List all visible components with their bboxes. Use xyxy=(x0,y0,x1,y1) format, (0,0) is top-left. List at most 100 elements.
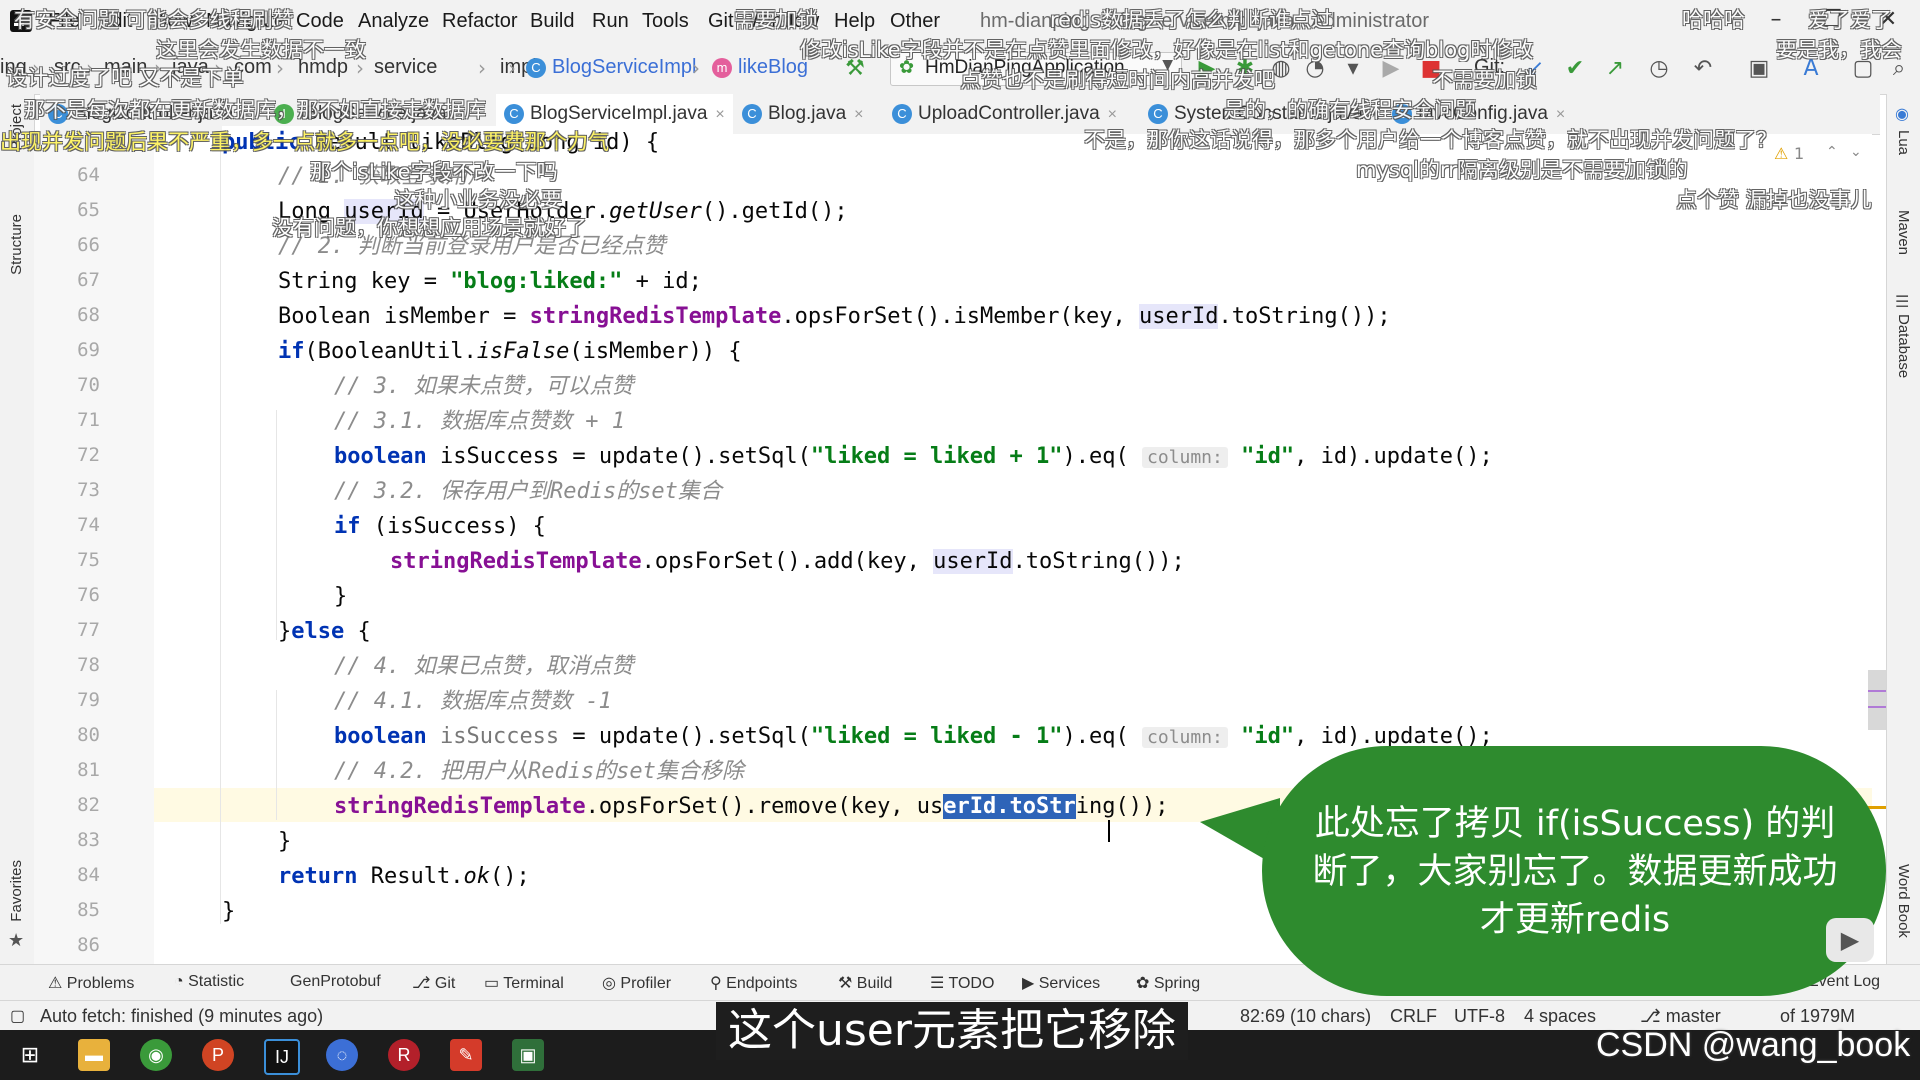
menu-git[interactable]: Git xyxy=(708,10,734,33)
genprotobuf-tool-button[interactable]: GenProtobuf xyxy=(290,973,381,991)
code-line[interactable]: String key = "blog:liked:" + id; xyxy=(278,265,702,299)
play-icon[interactable]: ▶ xyxy=(1826,918,1874,962)
indent-setting[interactable]: 4 spaces xyxy=(1524,1006,1596,1027)
windows-start-icon[interactable]: ⊞ xyxy=(14,1039,46,1071)
git-commit-icon[interactable]: ✔ xyxy=(1560,54,1590,84)
class-icon: C xyxy=(504,104,524,124)
status-message[interactable]: Auto fetch: finished (9 minutes ago) xyxy=(40,1006,323,1027)
code-line[interactable]: stringRedisTemplate.opsForSet().remove(k… xyxy=(334,790,1168,824)
close-tab-icon[interactable]: × xyxy=(715,106,724,123)
code-line[interactable]: } xyxy=(222,895,235,929)
danmaku-comment: 有安全问题 可能会多线程刷赞 xyxy=(14,8,294,32)
services-tool-button[interactable]: ▶ Services xyxy=(1022,973,1100,993)
menu-build[interactable]: Build xyxy=(530,10,574,33)
database-tool-button[interactable]: Database xyxy=(1895,314,1912,378)
menu-code[interactable]: Code xyxy=(296,10,344,33)
close-tab-icon[interactable]: × xyxy=(1108,106,1117,123)
line-number: 70 xyxy=(77,374,100,396)
watermark: CSDN @wang_book xyxy=(1596,1026,1911,1064)
breadcrumb-service[interactable]: service xyxy=(374,56,437,79)
scrollbar-thumb[interactable] xyxy=(1868,670,1886,730)
code-line[interactable]: if (isSuccess) { xyxy=(334,510,546,544)
terminal-tool-button[interactable]: ▭ Terminal xyxy=(484,973,564,993)
file-explorer-icon[interactable]: ▬ xyxy=(78,1039,110,1071)
maven-tool-button[interactable]: Maven xyxy=(1895,210,1912,255)
line-number: 67 xyxy=(77,269,100,291)
code-comment: // 4.1. 数据库点赞数 -1 xyxy=(334,689,612,714)
breadcrumb-method[interactable]: m likeBlog xyxy=(712,56,808,79)
tab-blog[interactable]: C Blog.java × xyxy=(734,94,872,134)
line-number: 83 xyxy=(77,829,100,851)
git-tool-button[interactable]: ⎇ Git xyxy=(412,973,455,993)
profiler-tool-button[interactable]: ◎ Profiler xyxy=(602,973,671,993)
line-separator[interactable]: CRLF xyxy=(1390,1006,1437,1027)
favorites-tool-button[interactable]: Favorites xyxy=(8,860,25,922)
class-icon: C xyxy=(742,104,762,124)
code-line[interactable]: } xyxy=(278,825,291,859)
wordbook-tool-button[interactable]: Word Book xyxy=(1895,864,1912,938)
speech-bubble-text: 此处忘了拷贝 if(isSuccess) 的判断了，大家别忘了。数据更新成功才更… xyxy=(1312,804,1838,940)
todo-tool-button[interactable]: ☰ TODO xyxy=(930,973,994,993)
powerpoint-icon[interactable]: P xyxy=(202,1039,234,1071)
indent-guide xyxy=(276,690,277,820)
code-line[interactable]: return Result.ok(); xyxy=(278,860,530,894)
line-number: 74 xyxy=(77,514,100,536)
app-icon[interactable]: ◌ xyxy=(326,1039,358,1071)
todo-icon: ☰ xyxy=(930,975,949,992)
intellij-icon[interactable]: IJ xyxy=(264,1039,300,1075)
menu-help[interactable]: Help xyxy=(834,10,875,33)
code-comment: // 3.2. 保存用户到Redis的set集合 xyxy=(334,479,722,504)
git-branch[interactable]: ⎇ master xyxy=(1640,1006,1721,1027)
rollback-icon[interactable]: ↶ xyxy=(1688,54,1718,84)
problems-tool-button[interactable]: ⚠ Problems xyxy=(48,973,134,993)
lua-tool-button[interactable]: Lua xyxy=(1895,130,1912,155)
danmaku-comment: 点个赞 漏掉也没事儿 xyxy=(1676,188,1872,212)
indent-guide xyxy=(220,134,221,924)
menu-tools[interactable]: Tools xyxy=(642,10,689,33)
chevron-down-icon[interactable]: ⌄ xyxy=(1850,144,1862,160)
statistic-tool-button[interactable]: ◔ Statistic xyxy=(174,973,244,991)
menu-other[interactable]: Other xyxy=(890,10,940,33)
code-comment: // 3. 如果未点赞，可以点赞 xyxy=(334,374,634,399)
line-number-gutter[interactable]: 64 65 66 67 68 69 70 71 72 73 74 75 76 7… xyxy=(34,134,194,964)
menu-run[interactable]: Run xyxy=(592,10,629,33)
code-line[interactable]: boolean isSuccess = update().setSql("lik… xyxy=(334,720,1493,754)
structure-tool-button[interactable]: Structure xyxy=(8,214,25,275)
danmaku-comment: 需要加锁 xyxy=(734,8,818,32)
danmaku-comment: 那不是每次都在更新数据库，那不如直接走数据库 xyxy=(24,98,486,122)
line-number: 76 xyxy=(77,584,100,606)
redis-desktop-icon[interactable]: R xyxy=(388,1039,420,1071)
spring-icon: ✿ xyxy=(1136,975,1154,992)
minimize-icon[interactable]: – xyxy=(1754,4,1798,36)
spring-tool-button[interactable]: ✿ Spring xyxy=(1136,973,1200,993)
chrome-icon[interactable]: ◉ xyxy=(140,1039,172,1071)
code-line[interactable]: if(BooleanUtil.isFalse(isMember)) { xyxy=(278,335,742,369)
scrollbar-marker xyxy=(1868,690,1886,692)
close-tab-icon[interactable]: × xyxy=(1556,106,1565,123)
code-line[interactable]: } xyxy=(334,580,347,614)
code-line[interactable]: stringRedisTemplate.opsForSet().add(key,… xyxy=(390,545,1185,579)
status-panel-icon[interactable]: ▢ xyxy=(10,1006,25,1026)
code-line[interactable]: }else { xyxy=(278,615,371,649)
note-app-icon[interactable]: ✎ xyxy=(450,1039,482,1071)
screen-tool-icon[interactable]: ▣ xyxy=(512,1039,544,1071)
close-tab-icon[interactable]: × xyxy=(854,106,863,123)
project-structure-icon[interactable]: ▣ xyxy=(1744,54,1774,84)
history-icon[interactable]: ◷ xyxy=(1644,54,1674,84)
endpoints-tool-button[interactable]: ⚲ Endpoints xyxy=(710,973,797,993)
danmaku-comment: 爱了爱了 xyxy=(1808,8,1892,32)
breadcrumb-class[interactable]: C BlogServiceImpl xyxy=(526,56,697,79)
git-push-icon[interactable]: ↗ xyxy=(1600,54,1630,84)
code-line[interactable]: boolean isSuccess = update().setSql("lik… xyxy=(334,440,1493,474)
line-number: 80 xyxy=(77,724,100,746)
build-tool-button[interactable]: ⚒ Build xyxy=(838,973,892,993)
left-tool-strip: Project Structure Favorites ★ xyxy=(0,94,35,964)
file-encoding[interactable]: UTF-8 xyxy=(1454,1006,1505,1027)
code-line[interactable]: Boolean isMember = stringRedisTemplate.o… xyxy=(278,300,1391,334)
menu-analyze[interactable]: Analyze xyxy=(358,10,429,33)
chevron-up-icon[interactable]: ⌃ xyxy=(1826,144,1838,160)
caret-position[interactable]: 82:69 (10 chars) xyxy=(1240,1006,1371,1027)
menu-refactor[interactable]: Refactor xyxy=(442,10,518,33)
memory-indicator[interactable]: of 1979M xyxy=(1780,1006,1855,1027)
danmaku-comment: redis数据丢了怎么判断谁点过 xyxy=(1050,8,1333,32)
